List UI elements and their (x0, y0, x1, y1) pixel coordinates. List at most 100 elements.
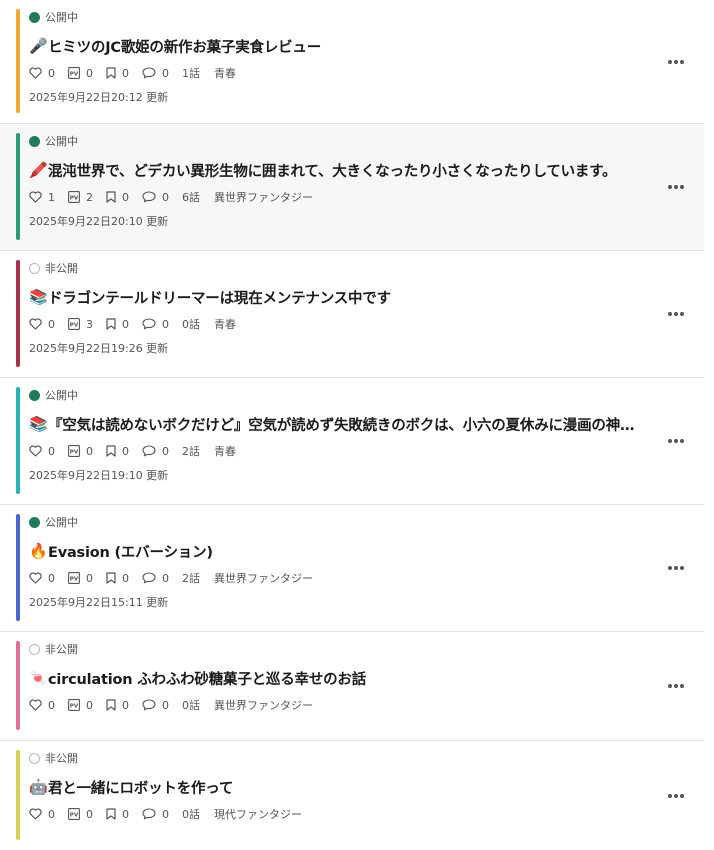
pv-icon: PV (68, 67, 80, 79)
dot (674, 312, 678, 316)
color-stripe (16, 641, 20, 730)
status-label: 公開中 (45, 11, 78, 24)
updated-date: 2025年9月22日19:26 更新 (29, 342, 169, 355)
comments-count: 0 (162, 807, 169, 821)
work-row[interactable]: 非公開 🍬 circulation ふわふわ砂糖菓子と巡る幸せのお話 0 PV (0, 632, 704, 741)
svg-text:PV: PV (70, 195, 79, 201)
svg-text:PV: PV (70, 322, 79, 328)
work-row[interactable]: 公開中 🎤 ヒミツのJC歌姫の新作お菓子実食レビュー 0 PV 0 0 0 1話… (0, 0, 704, 124)
status-label: 公開中 (45, 135, 78, 148)
bookmarks-count: 0 (122, 66, 129, 80)
comments-count: 0 (162, 190, 169, 204)
bookmarks-stat: 0 (106, 808, 129, 821)
bookmark-icon (106, 572, 116, 584)
more-options-icon[interactable] (666, 431, 686, 451)
status-dot-icon (29, 262, 40, 274)
status-dot-icon (29, 389, 40, 401)
comment-icon (142, 318, 156, 330)
work-row[interactable]: 公開中 🖍️ 混沌世界で、どデカい異形生物に囲まれて、大きくなったり小さくなった… (0, 124, 704, 251)
pv-icon: PV (68, 191, 80, 203)
dot (674, 793, 678, 798)
bookmark-icon (106, 699, 116, 711)
work-row[interactable]: 非公開 📚 ドラゴンテールドリーマーは現在メンテナンス中です 0 PV 3 0 … (0, 251, 704, 378)
work-row[interactable]: 非公開 🤖 君と一緒にロボットを作って 0 PV 0 0 0 0話 現代ファンタ… (0, 741, 704, 850)
title-line[interactable]: 📚 『空気は読めないボクだけど』空気が読めず失敗続きのボクは、小六の夏休みに漫画… (29, 414, 644, 434)
genre-label: 青春 (214, 445, 236, 458)
dot (674, 185, 678, 189)
comments-stat: 0 (142, 699, 169, 712)
likes-stat: 0 (29, 445, 55, 458)
work-title[interactable]: Evasion (エバーション) (48, 541, 213, 561)
status: 公開中 (29, 133, 644, 149)
pv-stat: PV 0 (68, 67, 93, 80)
likes-count: 0 (48, 571, 55, 585)
comment-icon (142, 191, 156, 203)
dot (680, 312, 684, 316)
more-options-icon[interactable] (666, 786, 686, 806)
title-line[interactable]: 🔥 Evasion (エバーション) (29, 541, 644, 561)
title-line[interactable]: 🍬 circulation ふわふわ砂糖菓子と巡る幸せのお話 (29, 668, 644, 688)
color-stripe (16, 260, 20, 367)
bookmark-icon (106, 808, 116, 820)
work-content: 非公開 🍬 circulation ふわふわ砂糖菓子と巡る幸せのお話 0 PV (0, 632, 704, 713)
more-options-icon[interactable] (666, 558, 686, 578)
dot (680, 793, 684, 798)
comments-stat: 0 (142, 808, 169, 821)
status-label: 非公開 (45, 262, 78, 275)
comment-icon (142, 808, 156, 820)
likes-stat: 0 (29, 572, 55, 585)
work-title[interactable]: ヒミツのJC歌姫の新作お菓子実食レビュー (48, 36, 321, 56)
pv-icon: PV (68, 445, 80, 457)
stats: 0 PV 0 0 (29, 806, 644, 822)
more-options-icon[interactable] (666, 676, 686, 696)
pv-count: 0 (86, 571, 93, 585)
genre-label: 異世界ファンタジー (214, 191, 313, 204)
title-line[interactable]: 🎤 ヒミツのJC歌姫の新作お菓子実食レビュー (29, 36, 644, 56)
title-line[interactable]: 📚 ドラゴンテールドリーマーは現在メンテナンス中です (29, 287, 644, 307)
bookmarks-count: 0 (122, 190, 129, 204)
episode-count: 0話 (182, 318, 200, 331)
emoji-icon: 📚 (29, 415, 48, 433)
bookmark-icon (106, 67, 116, 79)
color-stripe (16, 514, 20, 621)
likes-stat: 0 (29, 808, 55, 821)
likes-count: 0 (48, 317, 55, 331)
work-row[interactable]: 公開中 📚 『空気は読めないボクだけど』空気が読めず失敗続きのボクは、小六の夏休… (0, 378, 704, 505)
dot (680, 439, 684, 443)
genre-label: 異世界ファンタジー (214, 572, 313, 585)
likes-count: 0 (48, 807, 55, 821)
status: 非公開 (29, 641, 644, 657)
work-title[interactable]: 『空気は読めないボクだけど』空気が読めず失敗続きのボクは、小六の夏休みに漫画の神… (48, 414, 644, 434)
comments-stat: 0 (142, 191, 169, 204)
stats: 0 PV 0 0 (29, 697, 644, 713)
pv-count: 3 (86, 317, 93, 331)
stats: 0 PV 0 0 (29, 443, 644, 459)
stats: 0 PV 0 0 (29, 570, 644, 586)
title-line[interactable]: 🖍️ 混沌世界で、どデカい異形生物に囲まれて、大きくなったり小さくなったりしてい… (29, 160, 644, 180)
pv-count: 0 (86, 807, 93, 821)
bookmarks-count: 0 (122, 444, 129, 458)
status-label: 公開中 (45, 516, 78, 529)
bookmark-icon (106, 445, 116, 457)
dot (674, 684, 678, 688)
more-options-icon[interactable] (666, 177, 686, 197)
work-title[interactable]: 混沌世界で、どデカい異形生物に囲まれて、大きくなったり小さくなったりしています。 (48, 160, 616, 180)
work-title[interactable]: 君と一緒にロボットを作って (48, 777, 233, 797)
work-title[interactable]: ドラゴンテールドリーマーは現在メンテナンス中です (48, 287, 391, 307)
title-line[interactable]: 🤖 君と一緒にロボットを作って (29, 777, 644, 797)
status: 非公開 (29, 750, 644, 766)
svg-text:PV: PV (70, 812, 79, 818)
work-title[interactable]: circulation ふわふわ砂糖菓子と巡る幸せのお話 (48, 668, 366, 688)
work-row[interactable]: 公開中 🔥 Evasion (エバーション) 0 PV 0 0 0 2話 異世界… (0, 505, 704, 632)
more-options-icon[interactable] (666, 52, 686, 72)
comments-stat: 0 (142, 67, 169, 80)
works-list: 公開中 🎤 ヒミツのJC歌姫の新作お菓子実食レビュー 0 PV 0 0 0 1話… (0, 0, 704, 850)
comments-stat: 0 (142, 572, 169, 585)
likes-count: 0 (48, 66, 55, 80)
bookmark-icon (106, 191, 116, 203)
more-options-icon[interactable] (666, 304, 686, 324)
heart-icon (29, 572, 42, 584)
likes-count: 0 (48, 698, 55, 712)
bookmarks-stat: 0 (106, 318, 129, 331)
svg-text:PV: PV (70, 71, 79, 77)
